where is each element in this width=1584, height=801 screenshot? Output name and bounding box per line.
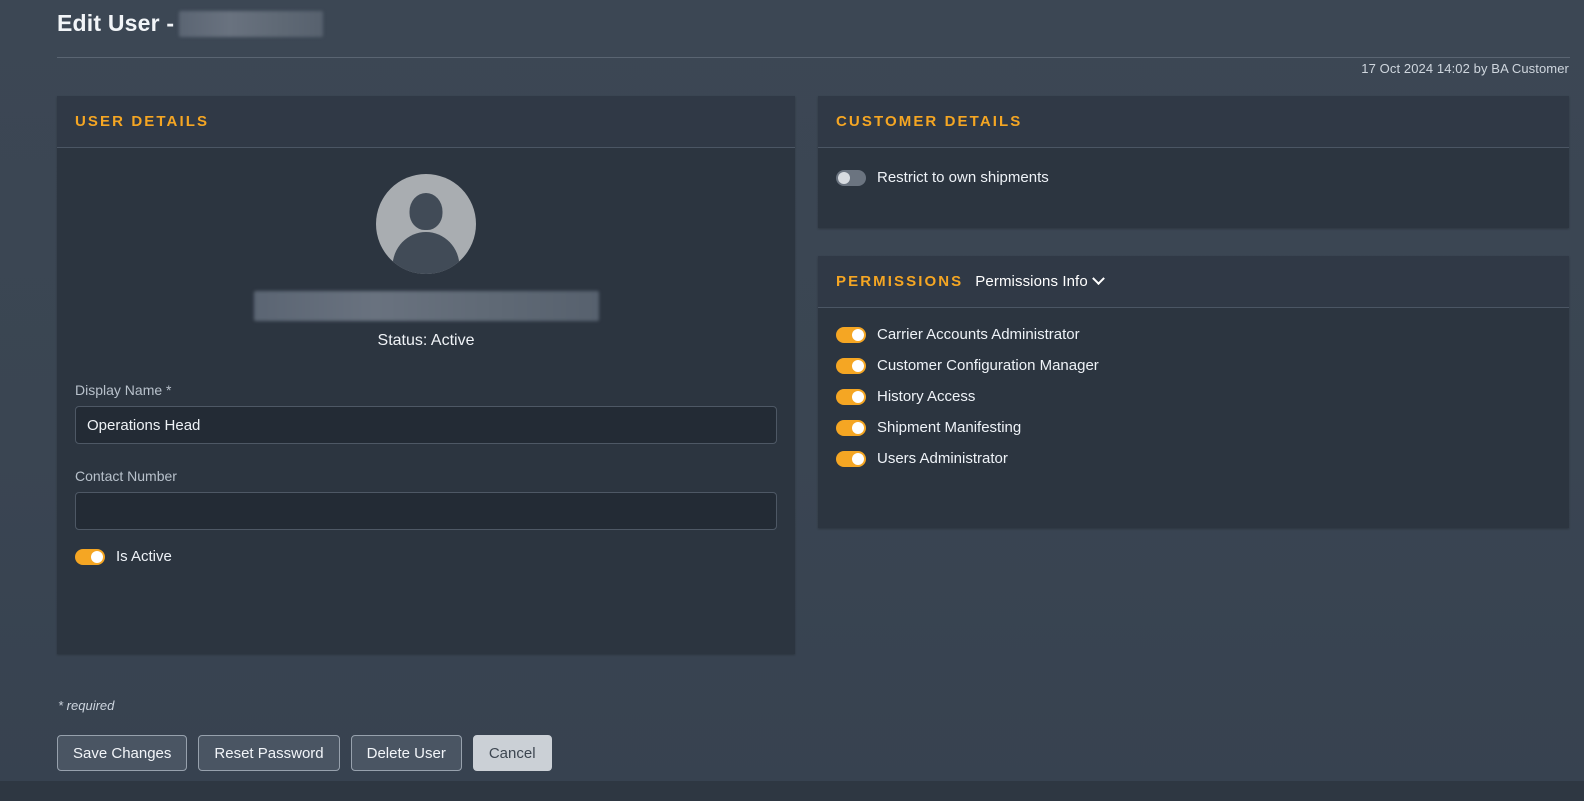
restrict-shipments-label: Restrict to own shipments bbox=[877, 169, 1049, 186]
action-button-bar: Save Changes Reset Password Delete User … bbox=[57, 735, 552, 771]
avatar-head-shape bbox=[409, 193, 443, 230]
permission-row: History Access bbox=[836, 388, 1551, 405]
customer-details-panel-title: CUSTOMER DETAILS bbox=[836, 113, 1023, 130]
contact-number-field-group: Contact Number bbox=[75, 468, 777, 530]
permission-label: Shipment Manifesting bbox=[877, 419, 1022, 436]
display-name-input[interactable] bbox=[75, 406, 777, 444]
toggle-knob bbox=[852, 328, 864, 341]
is-active-label: Is Active bbox=[116, 548, 172, 565]
page-header: Edit User - bbox=[0, 0, 1584, 48]
permissions-panel-title: PERMISSIONS bbox=[836, 273, 964, 290]
permission-label: History Access bbox=[877, 388, 976, 405]
permissions-panel-body: Carrier Accounts Administrator Customer … bbox=[818, 308, 1569, 467]
permissions-panel-header: PERMISSIONS Permissions Info bbox=[818, 256, 1569, 308]
permissions-panel: PERMISSIONS Permissions Info Carrier Acc… bbox=[818, 256, 1569, 528]
is-active-row: Is Active bbox=[75, 548, 777, 565]
permission-label: Users Administrator bbox=[877, 450, 1008, 467]
user-details-panel-title: USER DETAILS bbox=[75, 113, 210, 130]
permission-toggle-customer-configuration-manager[interactable] bbox=[836, 357, 866, 374]
is-active-toggle-knob bbox=[91, 550, 103, 563]
permission-label: Carrier Accounts Administrator bbox=[877, 326, 1080, 343]
contact-number-label: Contact Number bbox=[75, 468, 177, 484]
redacted-user-name-title bbox=[179, 11, 324, 38]
user-details-panel-header: USER DETAILS bbox=[57, 96, 795, 148]
chevron-down-icon bbox=[1091, 272, 1105, 286]
permissions-info-link[interactable]: Permissions Info bbox=[975, 272, 1105, 290]
permission-row: Users Administrator bbox=[836, 450, 1551, 467]
permission-toggle-users-administrator[interactable] bbox=[836, 450, 866, 467]
permission-toggle-carrier-accounts-administrator[interactable] bbox=[836, 326, 866, 343]
toggle-knob bbox=[852, 452, 864, 465]
display-name-label: Display Name * bbox=[75, 382, 172, 398]
user-avatar-icon bbox=[376, 174, 476, 274]
user-details-panel: USER DETAILS Status: Active Display Name… bbox=[57, 96, 795, 654]
permission-toggle-history-access[interactable] bbox=[836, 388, 866, 405]
header-divider bbox=[57, 57, 1570, 58]
save-changes-button[interactable]: Save Changes bbox=[57, 735, 188, 771]
redacted-user-name bbox=[253, 291, 599, 321]
cancel-button[interactable]: Cancel bbox=[472, 735, 552, 771]
is-active-toggle[interactable] bbox=[75, 548, 105, 565]
user-form: Display Name * Contact Number Is Active bbox=[75, 382, 777, 565]
permissions-list: Carrier Accounts Administrator Customer … bbox=[836, 326, 1551, 467]
customer-details-panel: CUSTOMER DETAILS Restrict to own shipmen… bbox=[818, 96, 1569, 228]
customer-details-panel-body: Restrict to own shipments bbox=[818, 148, 1569, 186]
avatar-block: Status: Active bbox=[75, 174, 777, 350]
restrict-shipments-row: Restrict to own shipments bbox=[836, 169, 1551, 186]
contact-number-input[interactable] bbox=[75, 492, 777, 530]
user-details-panel-body: Status: Active Display Name * Contact Nu… bbox=[57, 174, 795, 565]
permissions-info-label: Permissions Info bbox=[975, 273, 1088, 290]
footer-strip bbox=[0, 781, 1584, 801]
toggle-knob bbox=[852, 390, 864, 403]
permission-row: Shipment Manifesting bbox=[836, 419, 1551, 436]
user-status-text: Status: Active bbox=[377, 332, 475, 349]
customer-details-panel-header: CUSTOMER DETAILS bbox=[818, 96, 1569, 148]
display-name-field-group: Display Name * bbox=[75, 382, 777, 444]
page-title: Edit User - bbox=[57, 9, 324, 38]
toggle-knob bbox=[852, 421, 864, 434]
permission-row: Carrier Accounts Administrator bbox=[836, 326, 1551, 343]
toggle-knob bbox=[852, 359, 864, 372]
edit-user-page: Edit User - 17 Oct 2024 14:02 by BA Cust… bbox=[0, 0, 1584, 801]
required-note: * required bbox=[58, 698, 115, 713]
page-title-text: Edit User - bbox=[57, 9, 175, 36]
last-modified-meta: 17 Oct 2024 14:02 by BA Customer bbox=[1361, 61, 1569, 76]
permission-label: Customer Configuration Manager bbox=[877, 357, 1099, 374]
permission-row: Customer Configuration Manager bbox=[836, 357, 1551, 374]
permission-toggle-shipment-manifesting[interactable] bbox=[836, 419, 866, 436]
reset-password-button[interactable]: Reset Password bbox=[198, 735, 340, 771]
avatar-body-shape bbox=[392, 232, 460, 274]
restrict-shipments-toggle-knob bbox=[838, 171, 850, 184]
restrict-shipments-toggle[interactable] bbox=[836, 169, 866, 186]
delete-user-button[interactable]: Delete User bbox=[350, 735, 462, 771]
